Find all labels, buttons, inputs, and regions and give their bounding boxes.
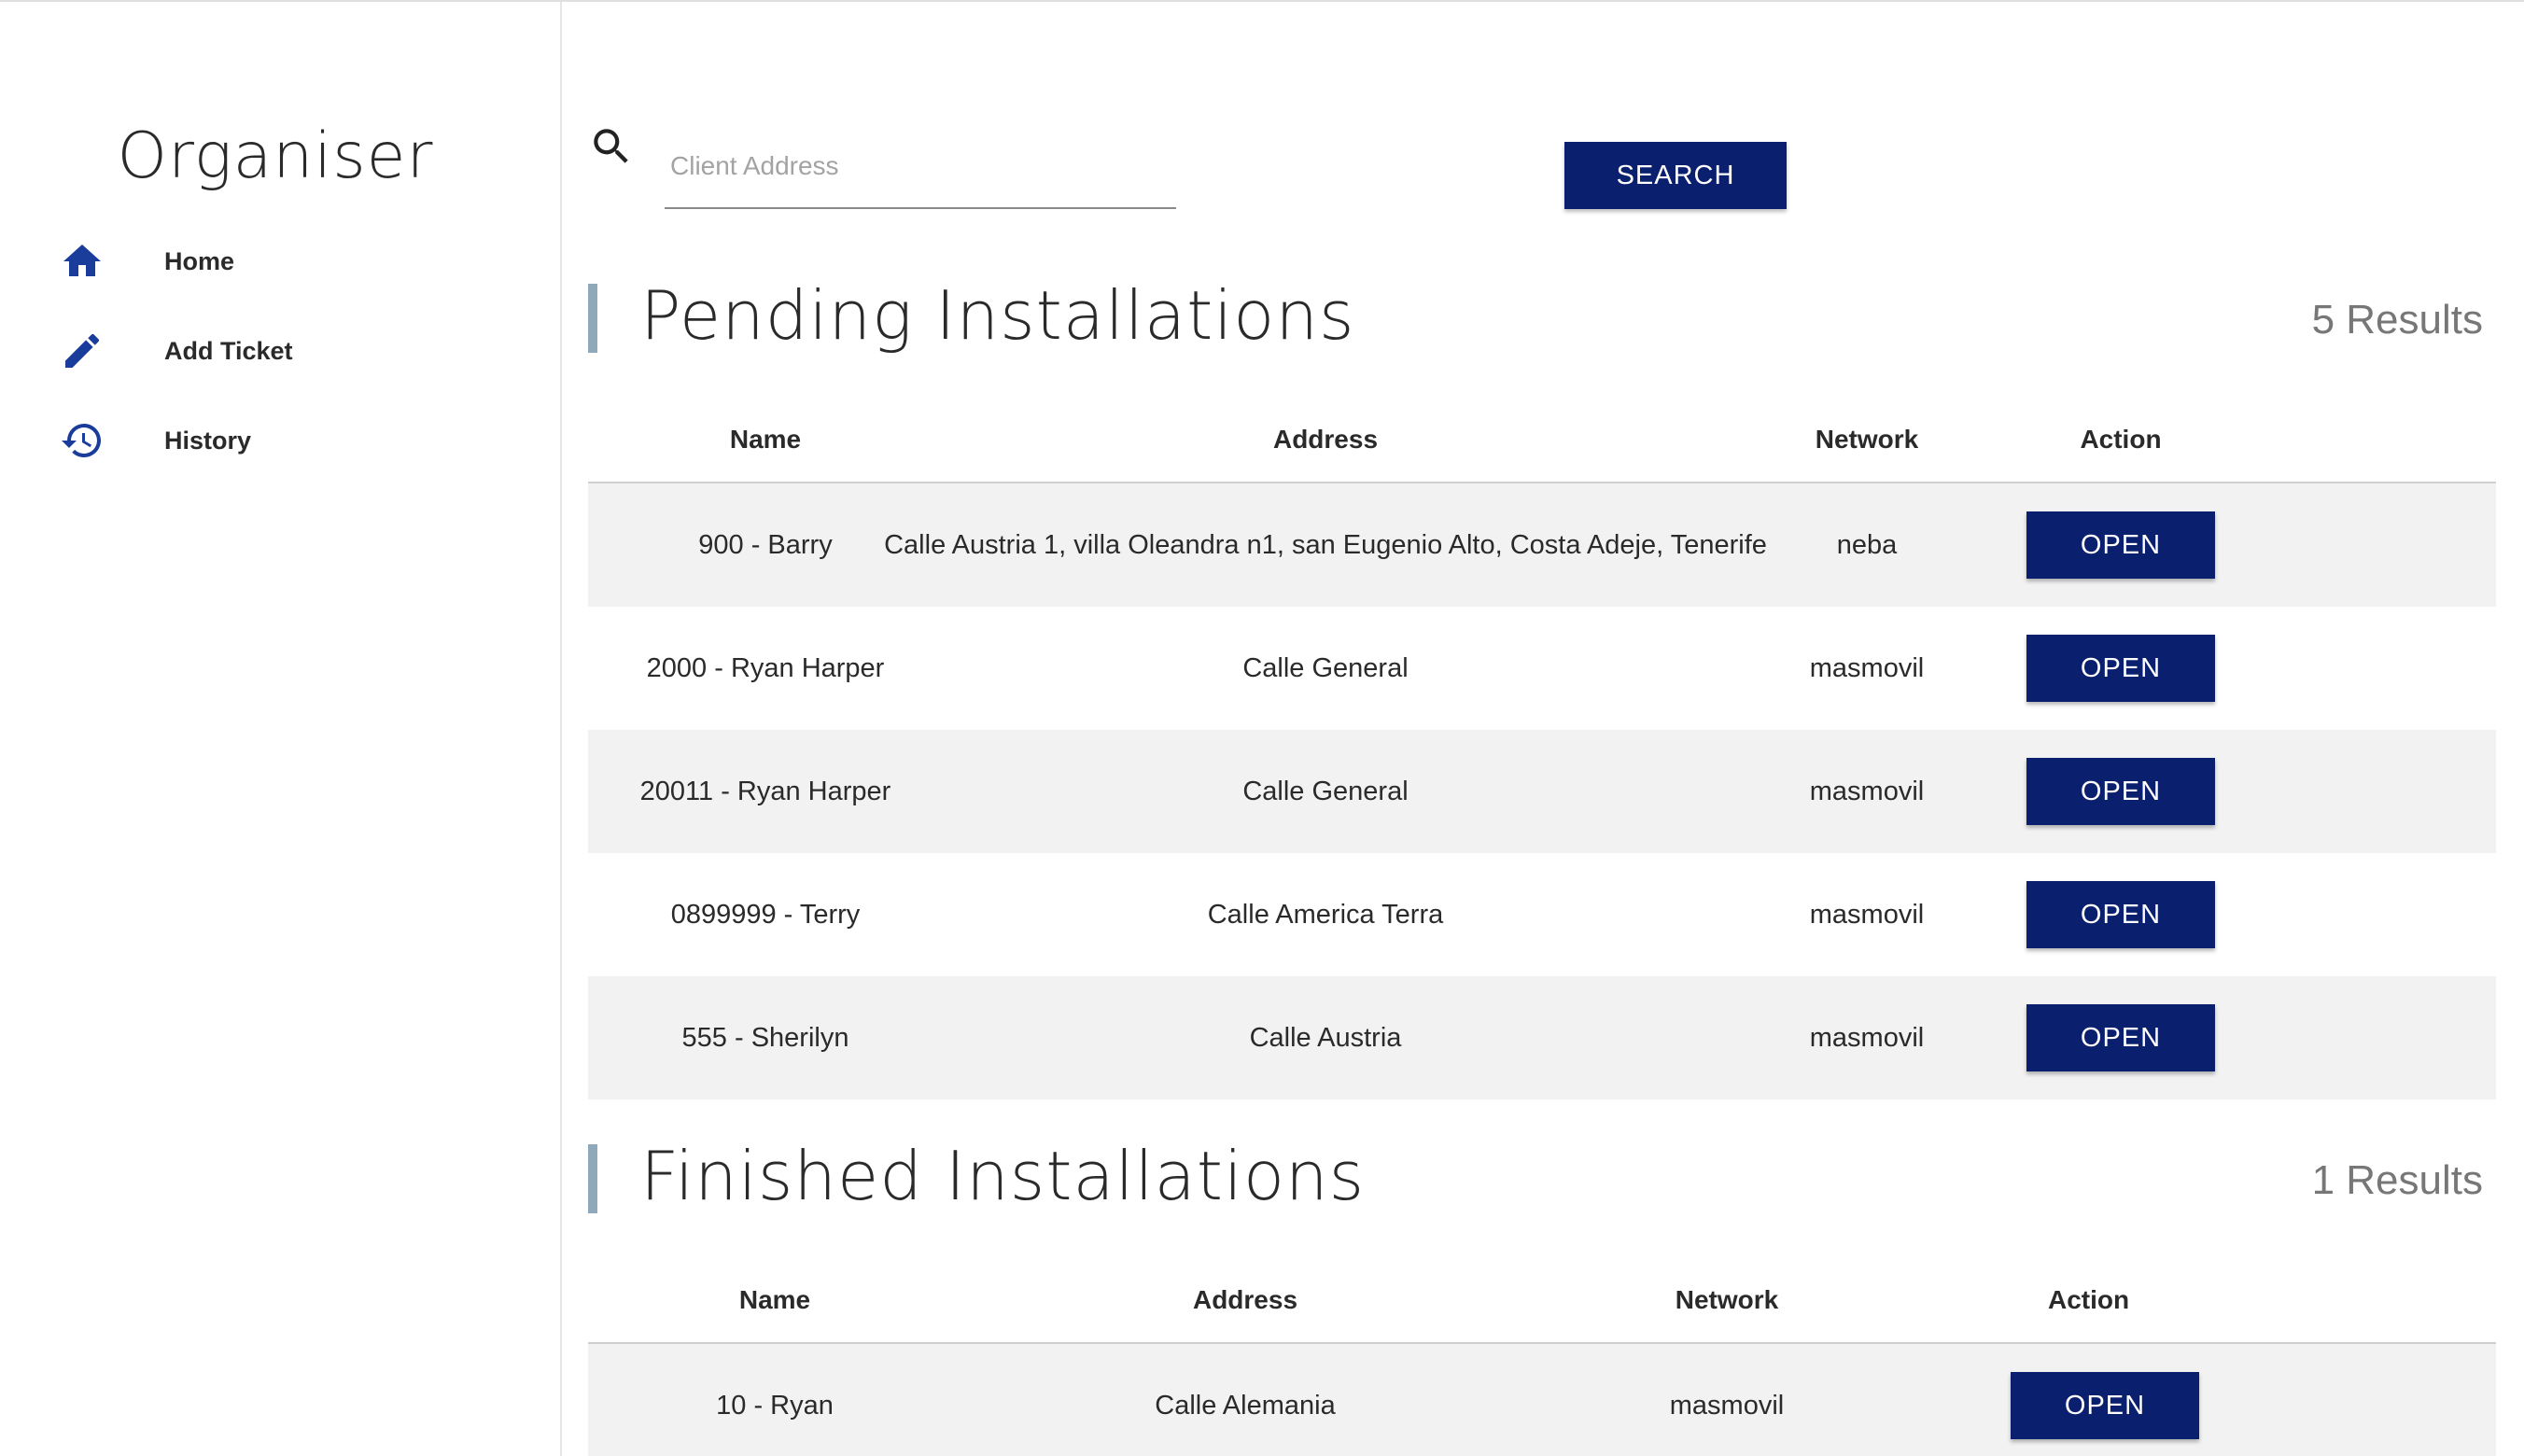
row-action-cell: OPEN	[2007, 976, 2235, 1099]
row-address: Calle Austria 1, villa Oleandra n1, san …	[884, 529, 1767, 560]
column-header-address: Address	[1272, 425, 1379, 454]
row-name: 0899999 - Terry	[670, 899, 861, 930]
sidebar-item-label: History	[164, 426, 252, 455]
table-row: 0899999 - Terry Calle America Terra masm…	[588, 853, 2496, 976]
finished-result-count: 1 Results	[2311, 1157, 2483, 1203]
table-row: 20011 - Ryan Harper Calle General masmov…	[588, 730, 2496, 853]
row-action-cell: OPEN	[2007, 853, 2235, 976]
open-button[interactable]: OPEN	[2026, 635, 2215, 702]
row-network: masmovil	[1809, 652, 1925, 683]
pending-table: Name Address Network Action 900 - Barry …	[588, 396, 2496, 1099]
column-header-network: Network	[1815, 425, 1919, 454]
column-header-action: Action	[2080, 425, 2162, 454]
column-header-action: Action	[2048, 1285, 2130, 1314]
row-network: neba	[1836, 529, 1898, 560]
search-icon	[594, 129, 628, 163]
history-icon	[62, 424, 101, 457]
open-button[interactable]: OPEN	[2026, 881, 2215, 948]
row-address: Calle General	[1242, 776, 1409, 806]
finished-section-title: Finished Installations	[640, 1137, 1366, 1215]
app-title: Organiser	[117, 119, 434, 193]
table-header: Name Address Network Action	[588, 1256, 2496, 1344]
column-header-name: Name	[729, 425, 802, 454]
open-button[interactable]: OPEN	[2026, 758, 2215, 825]
row-network: masmovil	[1809, 776, 1925, 806]
open-button[interactable]: OPEN	[2026, 1004, 2215, 1071]
row-name: 900 - Barry	[698, 529, 833, 560]
pending-result-count: 5 Results	[2311, 297, 2483, 343]
section-accent-bar	[588, 284, 597, 353]
row-address: Calle General	[1242, 652, 1409, 683]
row-name: 555 - Sherilyn	[681, 1022, 849, 1053]
table-row: 555 - Sherilyn Calle Austria masmovil OP…	[588, 976, 2496, 1099]
open-button[interactable]: OPEN	[2026, 511, 2215, 579]
row-action-cell: OPEN	[2007, 483, 2235, 607]
row-action-cell: OPEN	[1925, 1344, 2496, 1456]
row-network: masmovil	[1669, 1390, 1785, 1421]
row-address: Calle Austria	[1249, 1022, 1402, 1053]
pencil-icon	[65, 333, 100, 368]
column-header-address: Address	[1192, 1285, 1298, 1314]
sidebar-item-history[interactable]: History	[0, 401, 560, 480]
row-address: Calle America Terra	[1207, 899, 1444, 930]
row-network: masmovil	[1809, 899, 1925, 930]
table-row: 2000 - Ryan Harper Calle General masmovi…	[588, 607, 2496, 730]
column-header-network: Network	[1675, 1285, 1779, 1314]
row-network: masmovil	[1809, 1022, 1925, 1053]
open-button[interactable]: OPEN	[2011, 1372, 2199, 1439]
sidebar: Organiser Home Add Ticket History	[0, 2, 562, 1456]
sidebar-item-label: Home	[164, 246, 235, 275]
table-row: 10 - Ryan Calle Alemania masmovil OPEN	[588, 1344, 2496, 1456]
table-row: 900 - Barry Calle Austria 1, villa Olean…	[588, 483, 2496, 607]
row-action-cell: OPEN	[2007, 730, 2235, 853]
row-name: 2000 - Ryan Harper	[646, 652, 885, 683]
home-icon	[63, 245, 101, 276]
sidebar-item-home[interactable]: Home	[0, 222, 560, 301]
sidebar-item-label: Add Ticket	[164, 336, 293, 365]
search-button[interactable]: SEARCH	[1564, 142, 1787, 209]
row-action-cell: OPEN	[2007, 607, 2235, 730]
row-name: 10 - Ryan	[716, 1390, 834, 1421]
pending-section-title: Pending Installations	[640, 276, 1355, 355]
client-address-input[interactable]	[665, 140, 1176, 209]
sidebar-item-add-ticket[interactable]: Add Ticket	[0, 312, 560, 390]
finished-table: Name Address Network Action 10 - Ryan Ca…	[588, 1256, 2496, 1456]
main-content: SEARCH Pending Installations 5 Results N…	[588, 0, 2496, 1456]
table-header: Name Address Network Action	[588, 396, 2496, 483]
row-name: 20011 - Ryan Harper	[639, 776, 891, 806]
row-address: Calle Alemania	[1155, 1390, 1336, 1421]
section-accent-bar	[588, 1144, 597, 1213]
column-header-name: Name	[738, 1285, 811, 1314]
